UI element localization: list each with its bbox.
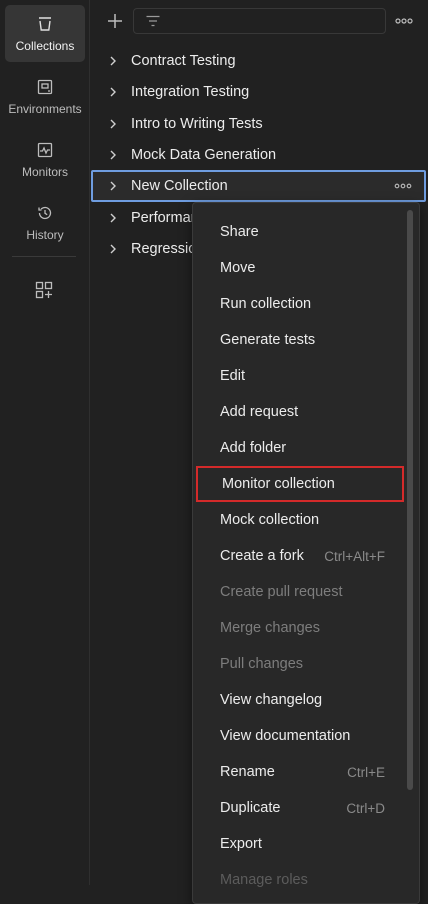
menu-item-label: Pull changes bbox=[220, 656, 304, 672]
rail-item-collections[interactable]: Collections bbox=[5, 5, 85, 62]
menu-item-export[interactable]: Export bbox=[193, 826, 403, 862]
menu-item-label: Merge changes bbox=[220, 620, 320, 636]
filter-icon bbox=[146, 15, 160, 27]
menu-item-label: View documentation bbox=[220, 728, 351, 744]
menu-item-run-collection[interactable]: Run collection bbox=[193, 286, 403, 322]
menu-item-label: Add folder bbox=[220, 440, 287, 456]
menu-item-manage-roles[interactable]: Manage roles bbox=[193, 862, 403, 898]
menu-item-label: Manage roles bbox=[220, 872, 308, 888]
chevron-right-icon bbox=[110, 150, 116, 159]
collection-name: Intro to Writing Tests bbox=[131, 115, 263, 132]
chevron-right-icon bbox=[110, 181, 116, 191]
environments-icon bbox=[37, 79, 53, 94]
menu-item-merge-changes: Merge changes bbox=[193, 610, 403, 646]
menu-item-label: Mock collection bbox=[220, 512, 320, 528]
menu-item-shortcut: Ctrl+Alt+F bbox=[324, 548, 385, 564]
more-horizontal-icon[interactable] bbox=[395, 14, 413, 28]
rail-label-collections: Collections bbox=[15, 38, 75, 53]
rail-divider bbox=[12, 256, 76, 257]
collections-icon bbox=[39, 16, 51, 31]
menu-item-label: Rename bbox=[220, 764, 275, 780]
chevron-right-icon bbox=[110, 119, 116, 128]
menu-item-add-request[interactable]: Add request bbox=[193, 394, 403, 430]
collection-item[interactable]: Mock Data Generation bbox=[91, 139, 428, 170]
menu-item-label: Export bbox=[220, 836, 262, 852]
menu-scrollbar[interactable] bbox=[407, 210, 413, 790]
rail-item-monitors[interactable]: Monitors bbox=[5, 131, 85, 188]
menu-item-label: Duplicate bbox=[220, 800, 281, 816]
rail-label-environments: Environments bbox=[8, 101, 82, 116]
menu-item-label: Edit bbox=[220, 368, 245, 384]
collection-name: Contract Testing bbox=[131, 52, 236, 69]
menu-item-label: Share bbox=[220, 224, 259, 240]
collection-name: Regressio bbox=[131, 240, 197, 257]
menu-item-edit[interactable]: Edit bbox=[193, 358, 403, 394]
rail-item-environments[interactable]: Environments bbox=[5, 68, 85, 125]
menu-item-share[interactable]: Share bbox=[193, 214, 403, 250]
menu-item-label: Add request bbox=[220, 404, 299, 420]
collection-name: Integration Testing bbox=[131, 83, 250, 100]
filter-input[interactable] bbox=[133, 8, 386, 34]
rail-label-monitors: Monitors bbox=[21, 164, 68, 179]
collection-context-menu: Share Move Run collection Generate tests… bbox=[192, 202, 420, 904]
collection-name: New Collection bbox=[131, 178, 228, 194]
menu-item-mock-collection[interactable]: Mock collection bbox=[193, 502, 403, 538]
menu-item-label: View changelog bbox=[220, 692, 323, 708]
menu-item-generate-tests[interactable]: Generate tests bbox=[193, 322, 403, 358]
rail-item-history[interactable]: History bbox=[5, 194, 85, 251]
collection-name: Performar bbox=[131, 209, 196, 226]
monitors-icon bbox=[37, 142, 53, 157]
menu-item-move[interactable]: Move bbox=[193, 250, 403, 286]
menu-item-rename[interactable]: Rename Ctrl+E bbox=[193, 754, 403, 790]
menu-item-label: Create pull request bbox=[220, 584, 343, 600]
chevron-right-icon bbox=[110, 244, 116, 253]
chevron-right-icon bbox=[110, 56, 116, 65]
history-icon bbox=[38, 206, 52, 219]
menu-item-create-pull-request: Create pull request bbox=[193, 574, 403, 610]
collection-item[interactable]: Contract Testing bbox=[91, 45, 428, 76]
chevron-right-icon bbox=[110, 87, 116, 96]
collection-item[interactable]: Integration Testing bbox=[91, 76, 428, 107]
menu-item-pull-changes: Pull changes bbox=[193, 646, 403, 682]
plus-icon[interactable] bbox=[104, 10, 126, 32]
left-sidebar: Collections Environments Monitors Histor… bbox=[0, 0, 90, 885]
menu-item-duplicate[interactable]: Duplicate Ctrl+D bbox=[193, 790, 403, 826]
menu-item-shortcut: Ctrl+D bbox=[346, 800, 385, 816]
chevron-right-icon bbox=[110, 213, 116, 222]
menu-item-label: Create a fork bbox=[220, 548, 304, 564]
menu-item-label: Move bbox=[220, 260, 256, 276]
menu-item-view-changelog[interactable]: View changelog bbox=[193, 682, 403, 718]
menu-item-shortcut: Ctrl+E bbox=[347, 764, 385, 780]
collection-item-selected[interactable]: New Collection bbox=[91, 170, 426, 202]
menu-item-label: Run collection bbox=[220, 296, 312, 312]
menu-item-label: Generate tests bbox=[220, 332, 316, 348]
menu-item-view-documentation[interactable]: View documentation bbox=[193, 718, 403, 754]
menu-item-monitor-collection[interactable]: Monitor collection bbox=[196, 466, 404, 502]
more-horizontal-icon[interactable] bbox=[394, 181, 412, 191]
collection-name: Mock Data Generation bbox=[131, 146, 277, 163]
rail-label-history: History bbox=[26, 227, 64, 242]
add-workspace-icon[interactable] bbox=[34, 280, 54, 300]
menu-item-label: Monitor collection bbox=[222, 476, 335, 492]
menu-item-create-fork[interactable]: Create a fork Ctrl+Alt+F bbox=[193, 538, 403, 574]
menu-item-add-folder[interactable]: Add folder bbox=[193, 430, 403, 466]
collection-item[interactable]: Intro to Writing Tests bbox=[91, 108, 428, 139]
